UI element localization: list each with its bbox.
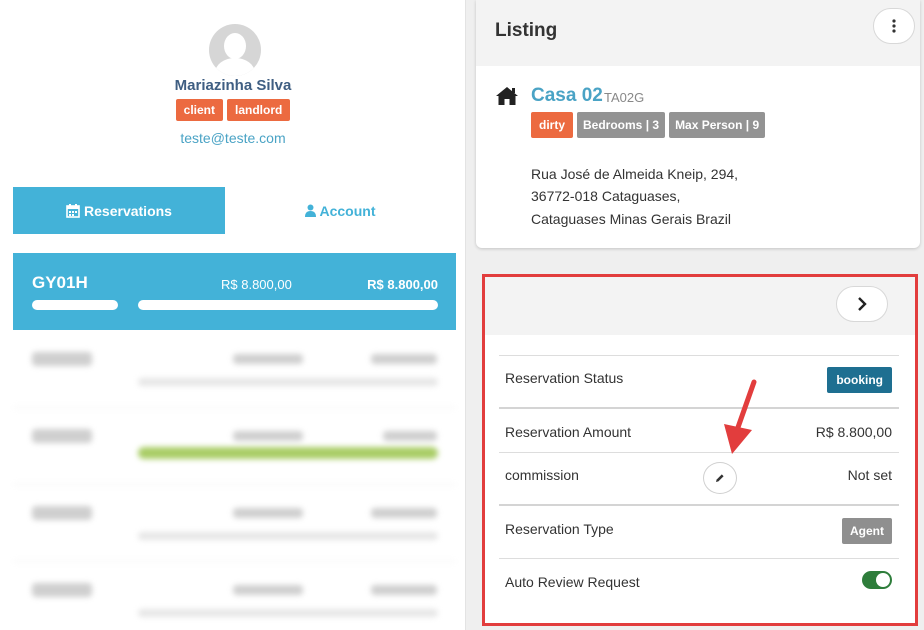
house-icon bbox=[496, 87, 518, 105]
user-icon bbox=[304, 204, 316, 217]
reservation-row-blurred[interactable] bbox=[13, 563, 456, 630]
listing-title: Listing bbox=[495, 20, 558, 41]
address-line-1: Rua José de Almeida Kneip, 294, bbox=[531, 166, 739, 182]
property-name[interactable]: Casa 02 bbox=[531, 85, 603, 107]
tab-reservations-label: Reservations bbox=[84, 202, 172, 219]
reservation-progress-bar bbox=[138, 300, 438, 310]
role-badge-landlord: landlord bbox=[227, 99, 291, 121]
reservation-row-blurred[interactable] bbox=[13, 332, 456, 408]
reservation-amount-label: Reservation Amount bbox=[505, 424, 632, 440]
role-badge-client: client bbox=[175, 99, 223, 121]
reservation-status-label: Reservation Status bbox=[505, 370, 624, 386]
tab-reservations[interactable]: Reservations bbox=[13, 187, 225, 234]
next-button[interactable] bbox=[836, 286, 888, 322]
reservation-row-blurred[interactable] bbox=[13, 486, 456, 562]
chevron-right-icon bbox=[858, 297, 867, 311]
more-options-button[interactable] bbox=[873, 8, 915, 44]
reservation-details-panel: Reservation Status booking Reservation A… bbox=[482, 274, 918, 626]
reservation-status-badge: booking bbox=[827, 367, 892, 393]
reservation-details-header bbox=[485, 277, 915, 335]
max-person-badge: Max Person | 9 bbox=[669, 112, 766, 138]
calendar-icon bbox=[66, 203, 80, 218]
role-badges: client landlord bbox=[0, 99, 466, 121]
reservation-type-badge: Agent bbox=[842, 518, 892, 544]
cleaning-status-badge: dirty bbox=[531, 112, 574, 138]
reservation-type-label: Reservation Type bbox=[505, 521, 614, 537]
auto-review-label: Auto Review Request bbox=[505, 574, 640, 590]
kebab-menu-icon bbox=[892, 19, 896, 33]
commission-value: Not set bbox=[847, 467, 892, 483]
user-name: Mariazinha Silva bbox=[174, 77, 292, 94]
pencil-icon bbox=[716, 474, 724, 482]
reservation-progress-short bbox=[32, 300, 118, 310]
reservation-code: GY01H bbox=[32, 273, 88, 292]
tab-account-label: Account bbox=[319, 202, 376, 219]
property-badges: dirty Bedrooms | 3 Max Person | 9 bbox=[531, 112, 766, 138]
reservation-row-blurred[interactable] bbox=[13, 409, 456, 485]
tab-account[interactable]: Account bbox=[225, 187, 455, 234]
address-line-3: Cataguases Minas Gerais Brazil bbox=[531, 211, 731, 227]
reservation-amount: R$ 8.800,00 bbox=[221, 277, 292, 292]
toggle-knob bbox=[876, 573, 890, 587]
edit-commission-button[interactable] bbox=[703, 462, 737, 494]
reservation-total: R$ 8.800,00 bbox=[367, 277, 438, 292]
auto-review-toggle[interactable] bbox=[862, 571, 892, 589]
user-email[interactable]: teste@teste.com bbox=[0, 130, 466, 146]
reservation-amount-value: R$ 8.800,00 bbox=[815, 424, 892, 440]
listing-card: Listing Casa 02 TA02G dirty Bedrooms | 3… bbox=[476, 0, 920, 248]
address-line-2: 36772-018 Cataguases, bbox=[531, 188, 681, 204]
profile-panel: Mariazinha Silva client landlord teste@t… bbox=[0, 0, 466, 630]
commission-label: commission bbox=[505, 467, 579, 483]
property-code: TA02G bbox=[604, 90, 645, 105]
avatar bbox=[209, 24, 261, 76]
listing-header: Listing bbox=[476, 0, 920, 66]
reservation-card-selected[interactable]: GY01H R$ 8.800,00 R$ 8.800,00 bbox=[13, 253, 456, 330]
bedrooms-badge: Bedrooms | 3 bbox=[577, 112, 666, 138]
